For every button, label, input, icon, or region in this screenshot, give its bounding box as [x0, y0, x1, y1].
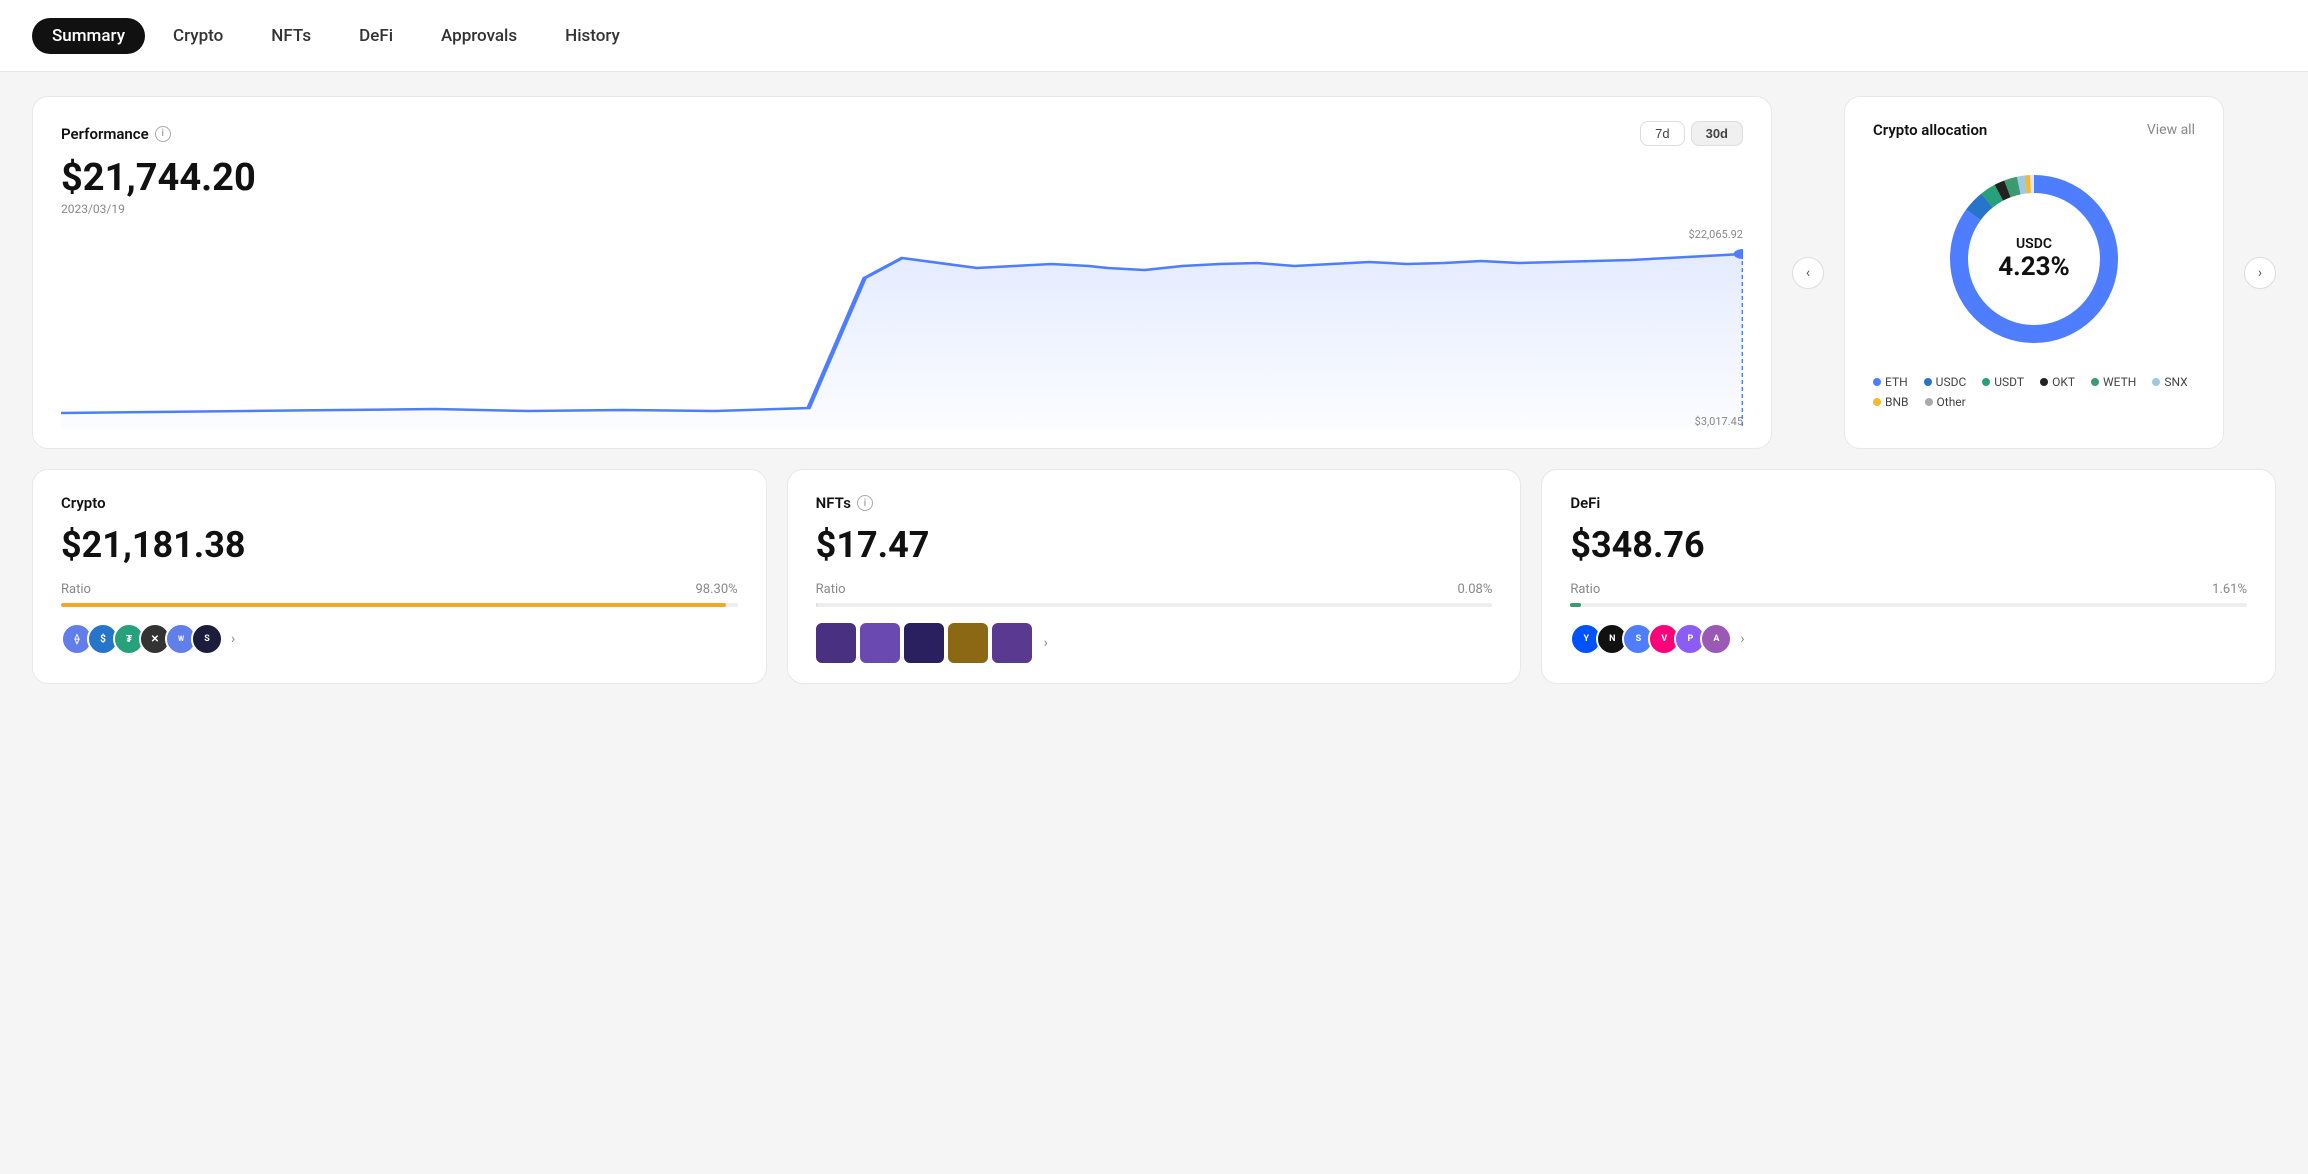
crypto-card-title: Crypto	[61, 494, 738, 512]
allocation-next-arrow[interactable]: ›	[2244, 257, 2276, 289]
nav-item-nfts[interactable]: NFTs	[251, 18, 331, 54]
performance-value: $21,744.20	[61, 156, 1743, 200]
crypto-ratio-label: Ratio	[61, 582, 91, 597]
crypto-token-icons: ⟠ $ ₮ ✕ W S ›	[61, 623, 738, 655]
nfts-progress-bg	[816, 603, 1493, 607]
top-row: Performance i 7d 30d $21,744.20 2023/03/…	[32, 96, 2276, 449]
navigation: Summary Crypto NFTs DeFi Approvals Histo…	[0, 0, 2308, 72]
allocation-card: Crypto allocation View all	[1844, 96, 2224, 449]
legend-other: Other	[1925, 395, 1966, 409]
nft-thumb-4	[948, 623, 988, 663]
donut-pct: 4.23%	[1998, 252, 2070, 282]
legend-dot-bnb	[1873, 398, 1881, 406]
defi-tokens-arrow[interactable]: ›	[1740, 631, 1744, 647]
defi-token-6: A	[1700, 623, 1732, 655]
performance-date: 2023/03/19	[61, 202, 1743, 216]
nfts-card: NFTs i $17.47 Ratio 0.08% ›	[787, 469, 1522, 684]
allocation-legend: ETH USDC USDT OKT WETH	[1873, 375, 2195, 409]
defi-ratio-label: Ratio	[1570, 582, 1600, 597]
nav-item-history[interactable]: History	[545, 18, 640, 54]
nft-thumb-1	[816, 623, 856, 663]
nft-thumb-5	[992, 623, 1032, 663]
main-content: Performance i 7d 30d $21,744.20 2023/03/…	[0, 72, 2308, 708]
chart-label-max: $22,065.92	[1688, 228, 1743, 241]
nft-thumbnails: ›	[816, 623, 1493, 663]
crypto-card: Crypto $21,181.38 Ratio 98.30% ⟠ $ ₮ ✕ W…	[32, 469, 767, 684]
nft-thumb-2	[860, 623, 900, 663]
crypto-ratio-pct: 98.30%	[695, 582, 737, 597]
allocation-prev-arrow[interactable]: ‹	[1792, 257, 1824, 289]
legend-dot-okt	[2040, 378, 2048, 386]
defi-card-value: $348.76	[1570, 524, 2247, 566]
legend-okt: OKT	[2040, 375, 2075, 389]
legend-usdc: USDC	[1924, 375, 1967, 389]
nfts-card-value: $17.47	[816, 524, 1493, 566]
donut-label: USDC	[2016, 236, 2052, 252]
legend-eth: ETH	[1873, 375, 1908, 389]
performance-card: Performance i 7d 30d $21,744.20 2023/03/…	[32, 96, 1772, 449]
nft-arrow[interactable]: ›	[1044, 635, 1048, 651]
performance-chart: $22,065.92	[61, 228, 1743, 428]
nav-item-approvals[interactable]: Approvals	[421, 18, 537, 54]
nfts-info-icon[interactable]: i	[857, 495, 873, 511]
crypto-card-value: $21,181.38	[61, 524, 738, 566]
view-all-button[interactable]: View all	[2147, 122, 2195, 138]
chart-label-min: $3,017.45	[1695, 415, 1743, 428]
crypto-progress-bg	[61, 603, 738, 607]
time-btn-30d[interactable]: 30d	[1691, 121, 1743, 146]
legend-dot-snx	[2152, 378, 2160, 386]
legend-dot-usdc	[1924, 378, 1932, 386]
time-buttons: 7d 30d	[1640, 121, 1743, 146]
nfts-card-title: NFTs i	[816, 494, 1493, 512]
defi-token-icons: Y N S V P A ›	[1570, 623, 2247, 655]
defi-ratio-pct: 1.61%	[2212, 582, 2247, 597]
nfts-ratio-label: Ratio	[816, 582, 846, 597]
crypto-progress-fill	[61, 603, 726, 607]
legend-dot-other	[1925, 398, 1933, 406]
legend-bnb: BNB	[1873, 395, 1909, 409]
defi-card-title: DeFi	[1570, 494, 2247, 512]
crypto-tokens-arrow[interactable]: ›	[231, 631, 235, 647]
allocation-title: Crypto allocation	[1873, 121, 1987, 139]
nft-thumb-3	[904, 623, 944, 663]
defi-progress-fill	[1570, 603, 1581, 607]
nfts-ratio-pct: 0.08%	[1457, 582, 1492, 597]
legend-dot-eth	[1873, 378, 1881, 386]
legend-snx: SNX	[2152, 375, 2187, 389]
performance-info-icon[interactable]: i	[155, 126, 171, 142]
legend-dot-usdt	[1982, 378, 1990, 386]
legend-usdt: USDT	[1982, 375, 2024, 389]
token-icon-snx: S	[191, 623, 223, 655]
nav-item-summary[interactable]: Summary	[32, 18, 145, 54]
time-btn-7d[interactable]: 7d	[1640, 121, 1684, 146]
legend-dot-weth	[2091, 378, 2099, 386]
defi-card: DeFi $348.76 Ratio 1.61% Y N S V P A ›	[1541, 469, 2276, 684]
donut-chart: USDC 4.23%	[1873, 159, 2195, 359]
performance-title: Performance	[61, 125, 149, 143]
bottom-row: Crypto $21,181.38 Ratio 98.30% ⟠ $ ₮ ✕ W…	[32, 469, 2276, 684]
nav-item-defi[interactable]: DeFi	[339, 18, 413, 54]
legend-weth: WETH	[2091, 375, 2136, 389]
chart-svg	[61, 228, 1743, 428]
defi-progress-bg	[1570, 603, 2247, 607]
nav-item-crypto[interactable]: Crypto	[153, 18, 243, 54]
donut-center: USDC 4.23%	[1998, 236, 2070, 282]
nfts-progress-fill	[816, 603, 818, 607]
